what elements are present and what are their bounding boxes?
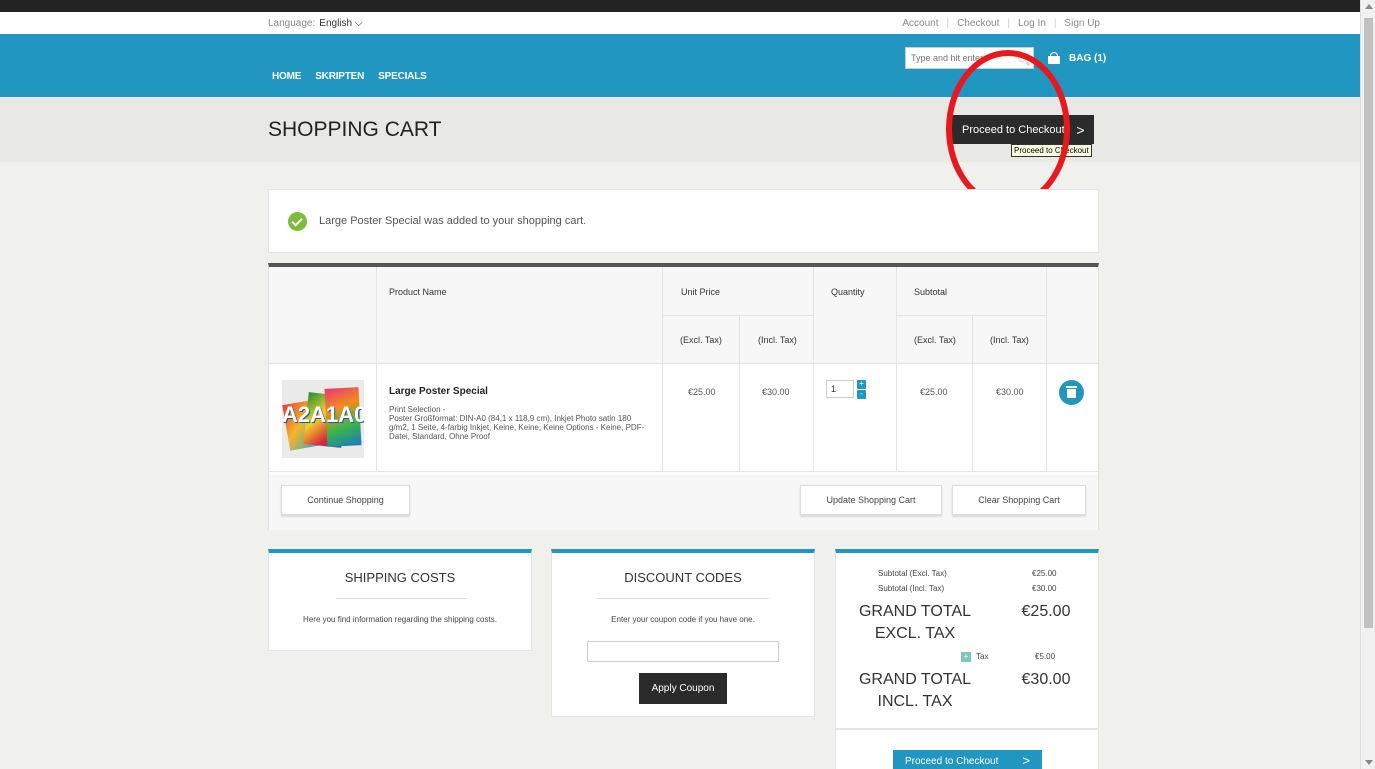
scroll-up-icon[interactable] xyxy=(1365,4,1373,9)
product-image-text: A2A1A0 xyxy=(282,402,364,427)
shipping-title: SHIPPING COSTS xyxy=(344,570,456,585)
product-name[interactable]: Large Poster Special xyxy=(389,386,488,397)
checkout-panel: Proceed to Checkout > xyxy=(835,729,1099,769)
header-unit-price: Unit Price xyxy=(681,287,721,297)
proceed-bottom-label: Proceed to Checkout xyxy=(905,755,999,767)
grand-total-excl-value: €25.00 xyxy=(1021,603,1071,620)
annotation-circle xyxy=(946,50,1070,208)
subtotal-excl: €25.00 xyxy=(920,387,948,397)
unit-price-incl: €30.00 xyxy=(762,387,790,397)
utility-bar: Language: English ⌵ Account | Checkout | Log … xyxy=(0,12,1360,34)
shipping-costs-panel: SHIPPING COSTS Here you find information… xyxy=(268,549,532,651)
proceed-to-checkout-bottom-button[interactable]: Proceed to Checkout > xyxy=(893,750,1042,769)
quantity-input[interactable]: 1 xyxy=(826,380,854,398)
header-sub-excl: (Excl. Tax) xyxy=(914,335,956,345)
scroll-down-icon[interactable] xyxy=(1365,760,1373,765)
link-checkout[interactable]: Checkout xyxy=(957,18,999,29)
scrollbar[interactable] xyxy=(1360,0,1375,769)
subtotal-incl-label: Subtotal (Incl. Tax) xyxy=(878,584,945,593)
grand-total-excl-label: GRAND TOTAL EXCL. TAX xyxy=(858,603,972,642)
discount-codes-panel: DISCOUNT CODES Enter your coupon code if… xyxy=(551,549,815,717)
top-border xyxy=(0,0,1360,12)
tax-expand-icon[interactable]: + xyxy=(961,652,971,662)
title-band: SHOPPING CART Proceed to Checkout > Proc… xyxy=(0,97,1360,162)
bag-link[interactable]: BAG (1) xyxy=(1047,52,1106,64)
header-sub-incl: (Incl. Tax) xyxy=(990,335,1029,345)
language-label: Language: xyxy=(268,18,316,29)
nav-skripten[interactable]: SKRIPTEN xyxy=(315,71,364,82)
main-header: HOME SKRIPTEN SPECIALS BAG (1) xyxy=(0,34,1360,97)
product-options: Print Selection - Poster Großformat: DIN… xyxy=(389,405,645,441)
tax-value: €5.00 xyxy=(1035,652,1056,661)
scroll-thumb[interactable] xyxy=(1364,18,1373,628)
main-nav: HOME SKRIPTEN SPECIALS xyxy=(272,71,427,82)
account-links: Account | Checkout | Log In | Sign Up xyxy=(902,18,1100,29)
header-subtotal: Subtotal xyxy=(914,287,948,297)
subtotal-incl: €30.00 xyxy=(996,387,1024,397)
update-cart-button[interactable]: Update Shopping Cart xyxy=(800,485,942,515)
product-image[interactable]: A2A1A0 xyxy=(282,380,364,458)
success-message: Large Poster Special was added to your s… xyxy=(268,189,1099,253)
subtotal-incl-value: €30.00 xyxy=(1032,584,1057,593)
tax-label: Tax xyxy=(976,652,989,661)
nav-home[interactable]: HOME xyxy=(272,71,301,82)
header-quantity: Quantity xyxy=(831,287,865,297)
chevron-right-icon: > xyxy=(1066,115,1094,144)
link-signup[interactable]: Sign Up xyxy=(1064,18,1100,29)
trash-icon[interactable] xyxy=(1059,380,1084,405)
header-product: Product Name xyxy=(389,287,447,297)
subtotal-excl-value: €25.00 xyxy=(1032,569,1057,578)
grand-total-incl-label: GRAND TOTAL INCL. TAX xyxy=(858,671,972,710)
header-unit-incl: (Incl. Tax) xyxy=(758,335,797,345)
quantity-increase-button[interactable]: + xyxy=(857,380,866,389)
subtotal-excl-label: Subtotal (Excl. Tax) xyxy=(878,569,947,578)
coupon-input[interactable] xyxy=(587,641,779,662)
shipping-text: Here you find information regarding the … xyxy=(303,615,497,624)
totals-panel: Subtotal (Excl. Tax) €25.00 Subtotal (In… xyxy=(835,549,1099,729)
check-circle-icon xyxy=(288,212,307,231)
language-switcher[interactable]: Language: English ⌵ xyxy=(268,18,362,29)
unit-price-excl: €25.00 xyxy=(688,387,716,397)
link-login[interactable]: Log In xyxy=(1018,18,1046,29)
bag-icon xyxy=(1047,52,1061,64)
cart-table: Product Name Unit Price Quantity Subtota… xyxy=(268,263,1099,530)
grand-total-incl-value: €30.00 xyxy=(1021,671,1071,688)
apply-coupon-button[interactable]: Apply Coupon xyxy=(639,673,727,704)
discount-text: Enter your coupon code if you have one. xyxy=(611,615,755,624)
nav-specials[interactable]: SPECIALS xyxy=(378,71,427,82)
discount-title: DISCOUNT CODES xyxy=(624,570,742,585)
link-account[interactable]: Account xyxy=(902,18,938,29)
bag-label: BAG (1) xyxy=(1069,52,1107,64)
success-text: Large Poster Special was added to your s… xyxy=(319,215,587,227)
clear-cart-button[interactable]: Clear Shopping Cart xyxy=(952,485,1086,515)
chevron-right-icon: > xyxy=(1022,753,1030,768)
page-title: SHOPPING CART xyxy=(268,118,442,141)
language-value[interactable]: English ⌵ xyxy=(319,18,362,29)
continue-shopping-button[interactable]: Continue Shopping xyxy=(281,485,410,515)
quantity-decrease-button[interactable]: - xyxy=(857,390,866,399)
header-unit-excl: (Excl. Tax) xyxy=(680,335,722,345)
